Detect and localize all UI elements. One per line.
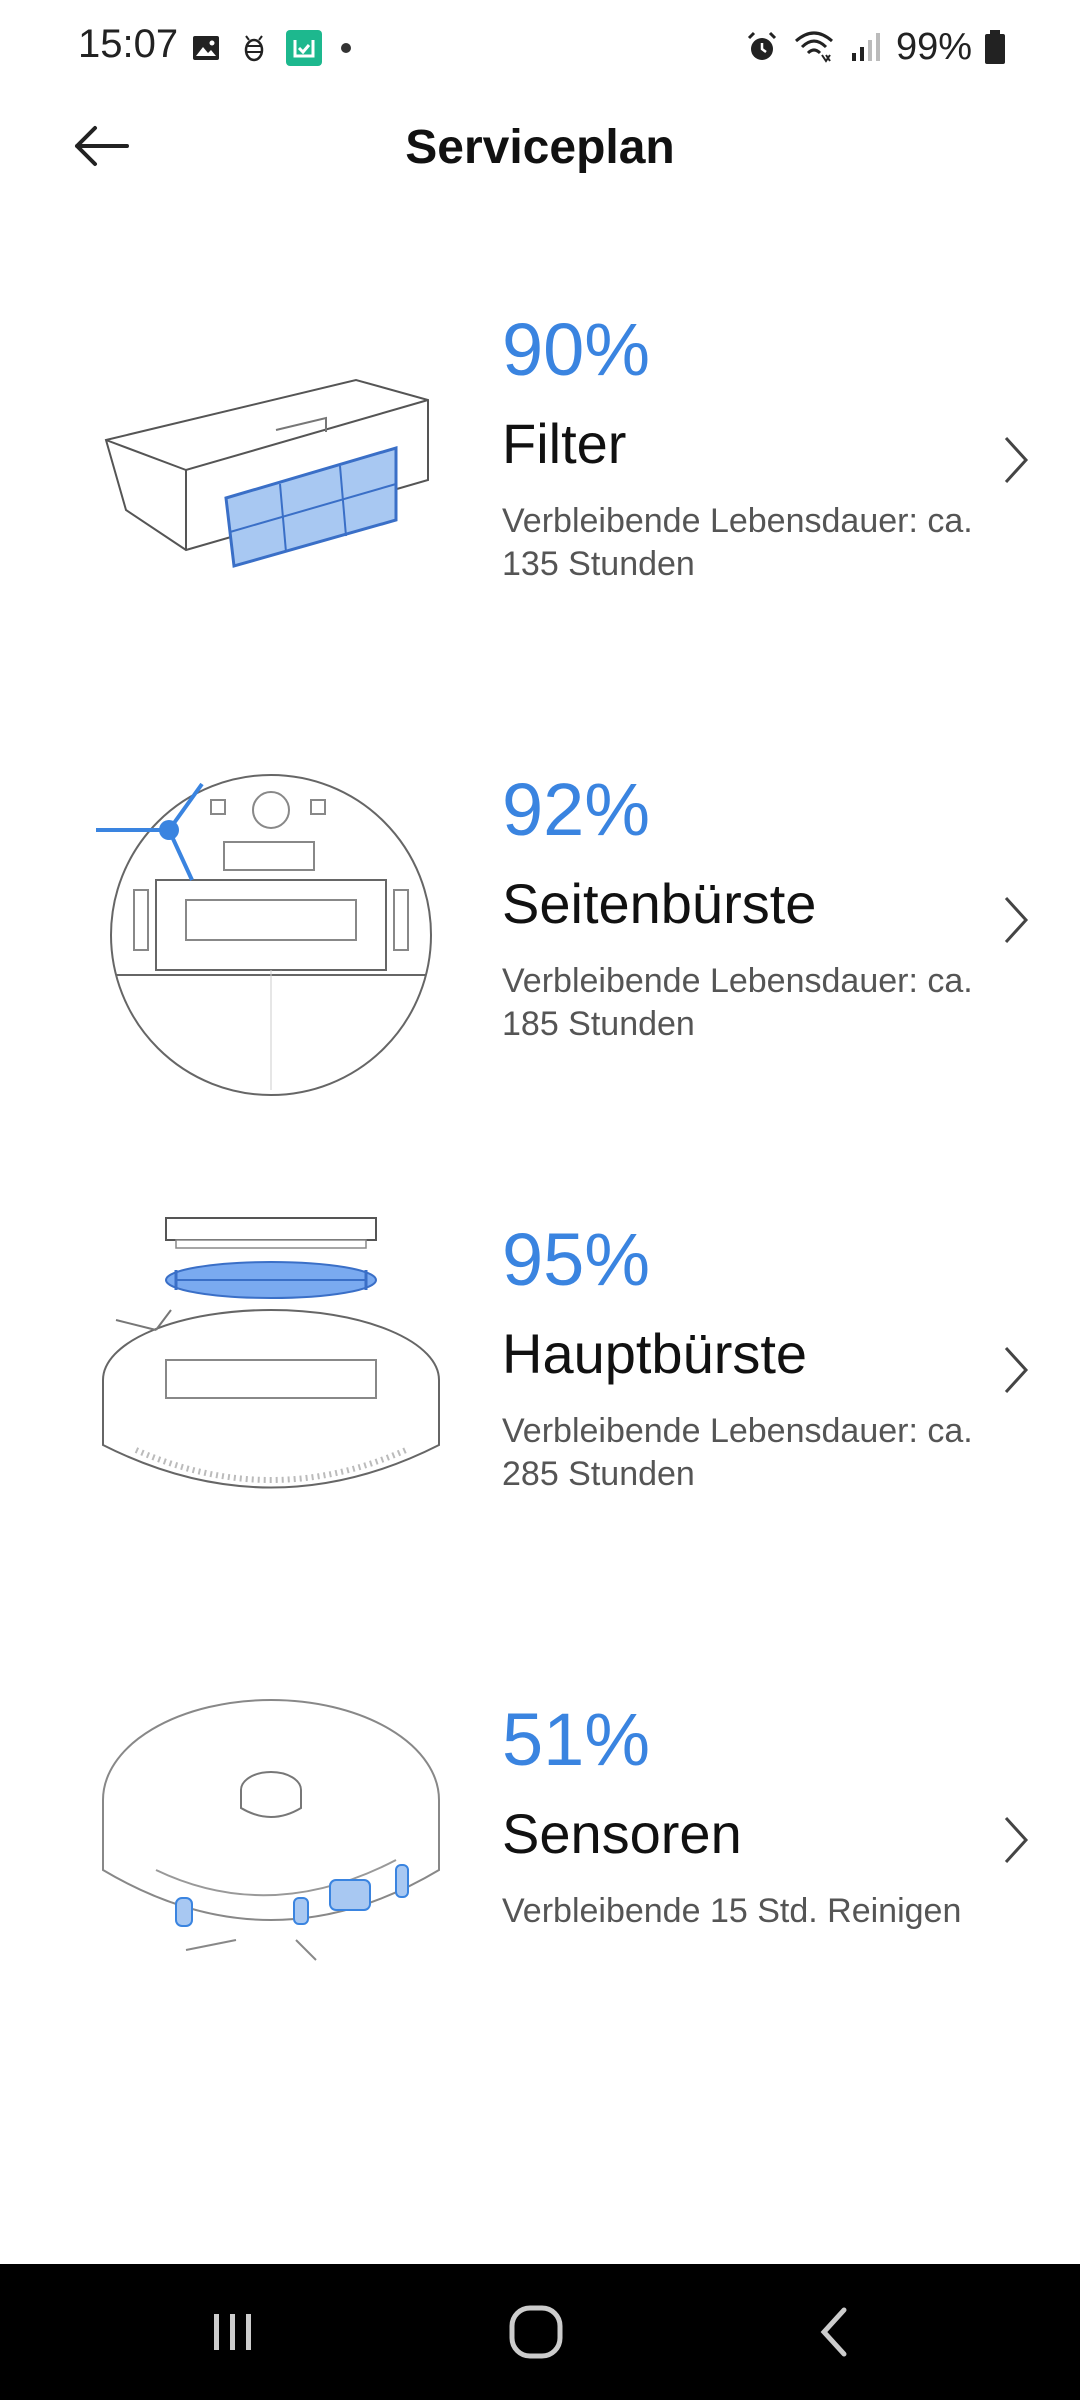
recent-apps-icon	[214, 2314, 251, 2350]
filter-remaining-life: Verbleibende Lebensdauer: ca. 135 Stunde…	[502, 502, 973, 583]
service-item-main-brush[interactable]: 95% Hauptbürste Verbleibende Lebensdauer…	[0, 1210, 1080, 1610]
chevron-right-icon	[1004, 1346, 1029, 1394]
side-brush-title: Seitenbürste	[502, 872, 817, 935]
image-icon	[193, 36, 219, 60]
filter-info: 90% Filter Verbleibende Lebensdauer: ca.…	[502, 310, 1022, 586]
side-brush-remaining-life: Verbleibende Lebensdauer: ca. 185 Stunde…	[502, 962, 973, 1043]
bug-icon	[244, 35, 264, 62]
chevron-right-icon	[1004, 436, 1029, 484]
sensors-title: Sensoren	[502, 1802, 742, 1865]
status-notification-icons	[190, 28, 354, 68]
back-nav-button[interactable]	[776, 2292, 896, 2372]
filter-title: Filter	[502, 412, 627, 475]
side-brush-info: 92% Seitenbürste Verbleibende Lebensdaue…	[502, 770, 1022, 1046]
service-item-filter[interactable]: 90% Filter Verbleibende Lebensdauer: ca.…	[0, 300, 1080, 700]
dot-icon	[341, 43, 351, 53]
recent-apps-button[interactable]	[172, 2292, 292, 2372]
back-icon	[820, 2307, 847, 2357]
status-system-icons: 99%	[744, 22, 1006, 72]
battery-percent: 99%	[895, 25, 972, 68]
sensors-illustration	[96, 1680, 446, 2030]
sensors-remaining-cleaning: Verbleibende 15 Std. Reinigen	[502, 1892, 962, 1930]
home-icon	[509, 2305, 563, 2359]
filter-percent: 90%	[502, 308, 651, 391]
battery-icon	[985, 30, 1005, 64]
main-brush-illustration	[96, 1210, 446, 1560]
service-item-side-brush[interactable]: 92% Seitenbürste Verbleibende Lebensdaue…	[0, 760, 1080, 1160]
main-brush-percent: 95%	[502, 1218, 651, 1301]
wifi-icon	[794, 31, 833, 63]
alarm-icon	[747, 31, 776, 60]
service-item-sensors[interactable]: 51% Sensoren Verbleibende 15 Std. Reinig…	[0, 1690, 1080, 2090]
header: Serviceplan	[0, 96, 1080, 206]
status-bar: 15:07 99%	[0, 0, 1080, 96]
side-brush-illustration	[96, 760, 446, 1110]
sensors-percent: 51%	[502, 1698, 651, 1781]
system-nav-bar	[0, 2264, 1080, 2400]
status-time: 15:07	[78, 22, 179, 66]
chevron-right-icon	[1004, 896, 1029, 944]
main-brush-remaining-life: Verbleibende Lebensdauer: ca. 285 Stunde…	[502, 1412, 973, 1493]
side-brush-percent: 92%	[502, 768, 651, 851]
mi-home-app-icon	[286, 30, 322, 66]
main-brush-info: 95% Hauptbürste Verbleibende Lebensdauer…	[502, 1220, 1022, 1496]
page-title: Serviceplan	[405, 121, 675, 174]
chevron-right-icon	[1004, 1816, 1029, 1864]
filter-illustration	[96, 320, 446, 670]
main-brush-title: Hauptbürste	[502, 1322, 808, 1385]
signal-icon	[851, 33, 880, 61]
home-button[interactable]	[476, 2292, 596, 2372]
sensors-info: 51% Sensoren Verbleibende 15 Std. Reinig…	[502, 1700, 1022, 1933]
